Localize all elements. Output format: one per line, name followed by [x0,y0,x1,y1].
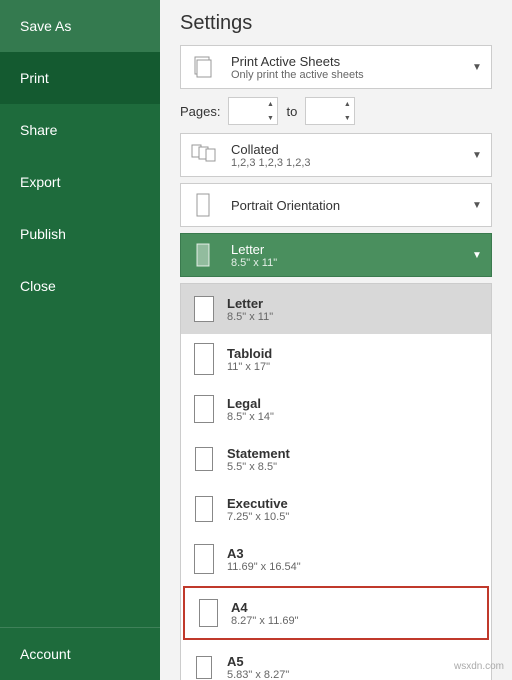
pages-to-down[interactable]: ▼ [340,111,354,125]
print-sheets-arrow: ▼ [463,62,491,73]
settings-content: Print Active Sheets Only print the activ… [160,45,512,680]
collated-text: Collated 1,2,3 1,2,3 1,2,3 [225,138,463,173]
paper-list-icon-statement [189,440,219,478]
pages-from-field[interactable] [233,104,263,119]
collated-arrow: ▼ [463,150,491,161]
orientation-arrow: ▼ [463,200,491,211]
paper-list-item-a5[interactable]: A5 5.83" x 8.27" [181,642,491,680]
sidebar-item-account[interactable]: Account [0,627,160,680]
orientation-dropdown[interactable]: Portrait Orientation ▼ [180,183,492,227]
paper-size-dropdown[interactable]: Letter 8.5" x 11" ▼ [180,233,492,277]
paper-size-text: Letter 8.5" x 11" [225,238,463,273]
pages-from-input[interactable]: ▲ ▼ [228,97,278,125]
paper-list-item-legal[interactable]: Legal 8.5" x 14" [181,384,491,434]
collated-icon [181,141,225,169]
paper-list-icon-a5 [189,648,219,680]
paper-size-list: Letter 8.5" x 11" Tabloid 11" x 17" [180,283,492,680]
page-title: Settings [160,0,512,45]
orientation-icon [181,191,225,219]
sidebar-item-publish[interactable]: Publish [0,208,160,260]
sidebar-item-close[interactable]: Close [0,260,160,312]
pages-label: Pages: [180,104,220,119]
paper-size-icon [181,241,225,269]
paper-list-item-statement[interactable]: Statement 5.5" x 8.5" [181,434,491,484]
paper-size-arrow: ▼ [463,250,491,261]
pages-to-field[interactable] [310,104,340,119]
paper-list-icon-a4 [193,594,223,632]
paper-list-item-executive[interactable]: Executive 7.25" x 10.5" [181,484,491,534]
pages-from-up[interactable]: ▲ [263,97,277,111]
pages-from-down[interactable]: ▼ [263,111,277,125]
paper-list-icon-tabloid [189,340,219,378]
sidebar-item-print[interactable]: Print [0,52,160,104]
main-panel: Settings Print Active Sheets Only print … [160,0,512,680]
paper-list-icon-letter [189,290,219,328]
sidebar-item-export[interactable]: Export [0,156,160,208]
paper-list-icon-a3 [189,540,219,578]
print-sheets-dropdown[interactable]: Print Active Sheets Only print the activ… [180,45,492,89]
pages-from-spinner: ▲ ▼ [263,97,277,125]
pages-to-input[interactable]: ▲ ▼ [305,97,355,125]
sidebar-item-share[interactable]: Share [0,104,160,156]
sidebar: Save As Print Share Export Publish Close… [0,0,160,680]
pages-to-label: to [286,104,297,119]
pages-to-spinner: ▲ ▼ [340,97,354,125]
collated-dropdown[interactable]: Collated 1,2,3 1,2,3 1,2,3 ▼ [180,133,492,177]
paper-list-item-a3[interactable]: A3 11.69" x 16.54" [181,534,491,584]
pages-row: Pages: ▲ ▼ to ▲ ▼ [180,95,492,127]
print-sheets-icon [181,53,225,81]
print-sheets-text: Print Active Sheets Only print the activ… [225,50,463,85]
pages-to-up[interactable]: ▲ [340,97,354,111]
sidebar-item-save-as[interactable]: Save As [0,0,160,52]
paper-list-item-letter[interactable]: Letter 8.5" x 11" [181,284,491,334]
paper-list-item-a4[interactable]: A4 8.27" x 11.69" [183,586,489,640]
watermark: wsxdn.com [454,661,504,672]
sidebar-spacer [0,312,160,627]
orientation-text: Portrait Orientation [225,194,463,217]
paper-list-icon-legal [189,390,219,428]
paper-list-icon-executive [189,490,219,528]
paper-list-item-tabloid[interactable]: Tabloid 11" x 17" [181,334,491,384]
